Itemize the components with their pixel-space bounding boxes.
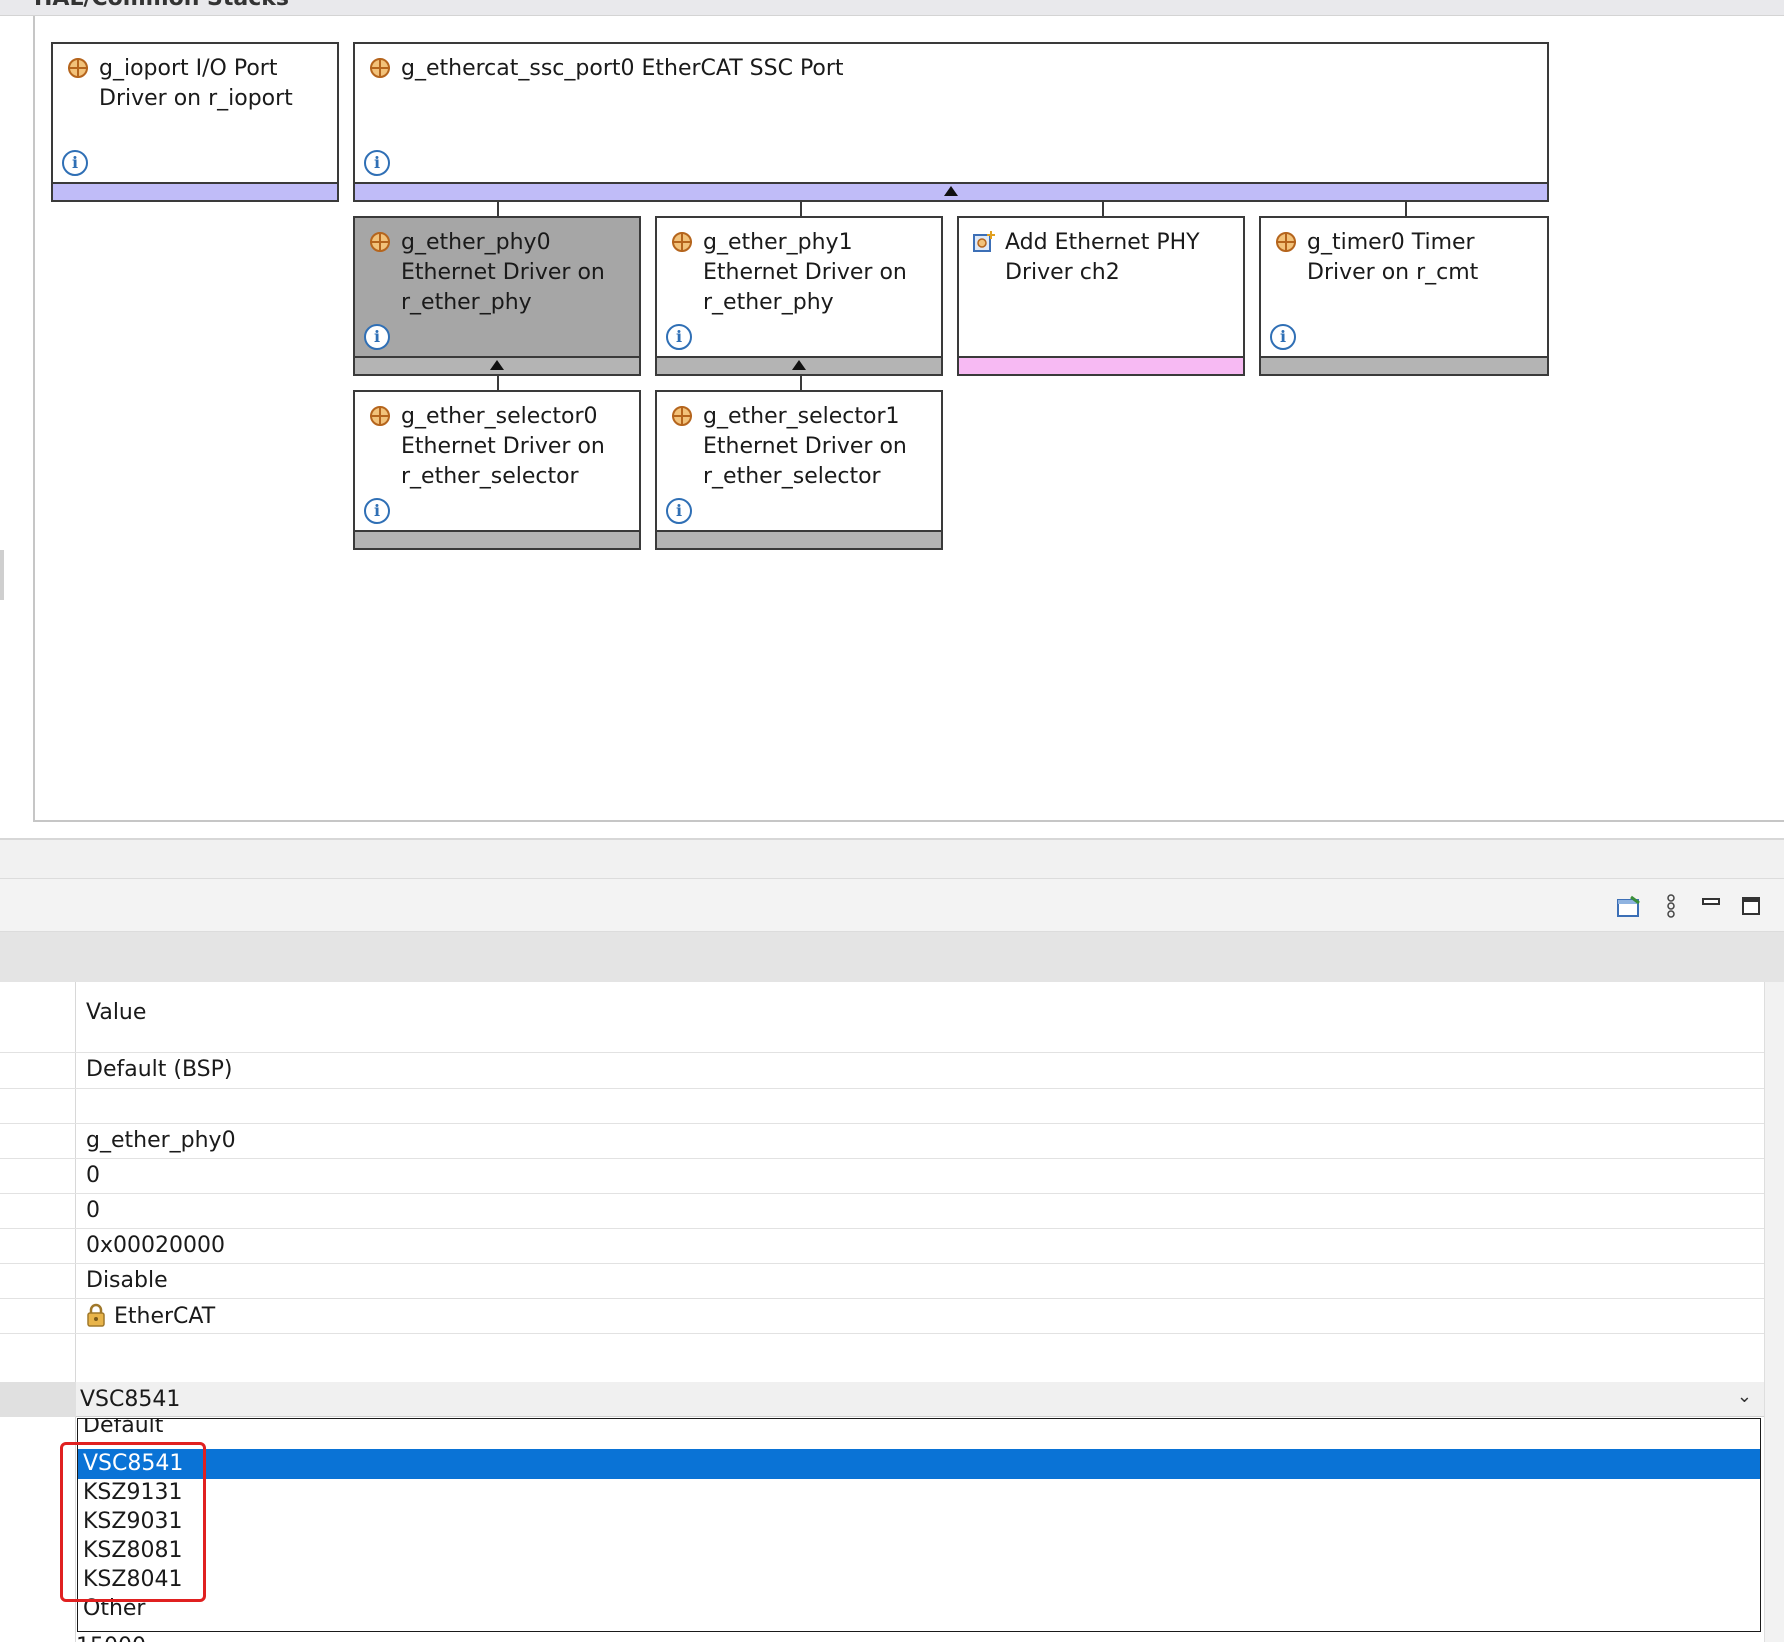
properties-view-toolbar: [0, 878, 1784, 932]
property-value: g_ether_phy0: [86, 1128, 236, 1153]
module-status-bar: [355, 530, 639, 548]
properties-tab-area: [0, 932, 1784, 982]
module-icon: [370, 232, 390, 252]
left-edge-scroll-marker: [0, 550, 4, 600]
property-value-text: EtherCAT: [114, 1304, 216, 1329]
table-row[interactable]: Disable: [0, 1264, 1764, 1299]
info-icon[interactable]: i: [62, 150, 88, 176]
expand-up-arrow-icon[interactable]: [490, 360, 504, 370]
dropdown-option[interactable]: KSZ8041: [78, 1565, 1760, 1595]
module-title: g_ether_phy1 Ethernet Driver on r_ether_…: [703, 230, 907, 315]
next-row-value: 15000: [76, 1634, 146, 1642]
property-value-locked: EtherCAT: [86, 1303, 215, 1330]
view-tab-strip: [0, 840, 1784, 878]
dropdown-option[interactable]: KSZ8081: [78, 1536, 1760, 1566]
module-title: g_ether_selector1 Ethernet Driver on r_e…: [703, 404, 907, 489]
table-row[interactable]: [0, 1018, 1764, 1053]
vertical-scrollbar[interactable]: [1764, 982, 1784, 1642]
module-add-ethernet-phy[interactable]: Add Ethernet PHY Driver ch2: [957, 216, 1245, 376]
annotation-highlight-box: [60, 1442, 206, 1602]
expand-up-arrow-icon[interactable]: [944, 186, 958, 196]
module-icon: [672, 406, 692, 426]
property-value: Disable: [86, 1268, 168, 1293]
module-icon: [68, 58, 88, 78]
module-icon: [1276, 232, 1296, 252]
connector-line: [497, 376, 499, 390]
dropdown-option[interactable]: KSZ9131: [78, 1478, 1760, 1508]
table-row[interactable]: EtherCAT: [0, 1299, 1764, 1334]
dropdown-option[interactable]: Other: [78, 1594, 1760, 1624]
property-value: 0x00020000: [86, 1233, 225, 1258]
module-icon: [672, 232, 692, 252]
module-ether-phy0[interactable]: g_ether_phy0 Ethernet Driver on r_ether_…: [353, 216, 641, 376]
module-icon: [370, 406, 390, 426]
info-icon[interactable]: i: [666, 498, 692, 524]
phy-lsi-combo[interactable]: VSC8541 ⌄: [0, 1382, 1764, 1417]
module-icon: [370, 58, 390, 78]
info-icon[interactable]: i: [364, 150, 390, 176]
maximize-icon[interactable]: [1736, 891, 1766, 921]
info-icon[interactable]: i: [364, 324, 390, 350]
table-row[interactable]: [0, 1089, 1764, 1124]
combo-current-value: VSC8541: [80, 1387, 181, 1412]
phy-lsi-dropdown-list[interactable]: Default VSC8541 KSZ9131 KSZ9031 KSZ8081 …: [77, 1418, 1761, 1632]
minimize-icon[interactable]: [1696, 891, 1726, 921]
module-title: g_timer0 Timer Driver on r_cmt: [1307, 230, 1479, 285]
module-status-bar: [1261, 356, 1547, 374]
dropdown-option[interactable]: Default: [78, 1419, 1760, 1441]
module-ether-selector1[interactable]: g_ether_selector1 Ethernet Driver on r_e…: [655, 390, 943, 550]
chevron-down-icon[interactable]: ⌄: [1737, 1386, 1752, 1407]
module-status-bar: [53, 182, 337, 200]
stacks-canvas: g_ioport I/O Port Driver on r_ioport i g…: [33, 16, 1784, 822]
property-value: Default (BSP): [86, 1057, 233, 1082]
dropdown-option[interactable]: KSZ9031: [78, 1507, 1760, 1537]
property-value: 0: [86, 1198, 100, 1223]
module-title: Add Ethernet PHY Driver ch2: [1005, 230, 1200, 285]
info-icon[interactable]: i: [364, 498, 390, 524]
table-row[interactable]: 0: [0, 1194, 1764, 1229]
table-row[interactable]: 0x00020000: [0, 1229, 1764, 1264]
module-ether-phy1[interactable]: g_ether_phy1 Ethernet Driver on r_ether_…: [655, 216, 943, 376]
pin-view-icon[interactable]: [1614, 891, 1644, 921]
add-module-icon: [973, 231, 995, 252]
module-ether-selector0[interactable]: g_ether_selector0 Ethernet Driver on r_e…: [353, 390, 641, 550]
module-title: g_ether_phy0 Ethernet Driver on r_ether_…: [401, 230, 605, 315]
info-icon[interactable]: i: [666, 324, 692, 350]
module-ioport[interactable]: g_ioport I/O Port Driver on r_ioport i: [51, 42, 339, 202]
module-status-bar: [657, 356, 941, 374]
module-status-bar: [355, 182, 1547, 200]
property-name-cell: [0, 1382, 76, 1417]
connector-line: [800, 376, 802, 390]
module-status-bar: [657, 530, 941, 548]
view-menu-icon[interactable]: [1656, 891, 1686, 921]
stacks-section-header: HAL/Common Stacks: [0, 0, 1784, 16]
stacks-section-title: HAL/Common Stacks: [34, 0, 289, 11]
module-title: g_ether_selector0 Ethernet Driver on r_e…: [401, 404, 605, 489]
module-timer0[interactable]: g_timer0 Timer Driver on r_cmt i: [1259, 216, 1549, 376]
module-status-bar: [959, 356, 1243, 374]
table-row[interactable]: 0: [0, 1159, 1764, 1194]
module-title: g_ethercat_ssc_port0 EtherCAT SSC Port: [401, 56, 844, 81]
table-row[interactable]: g_ether_phy0: [0, 1124, 1764, 1159]
table-row[interactable]: Default (BSP): [0, 1053, 1764, 1089]
module-title: g_ioport I/O Port Driver on r_ioport: [99, 56, 293, 111]
property-value: 0: [86, 1163, 100, 1188]
lock-icon: [87, 1303, 105, 1327]
dropdown-option-selected[interactable]: VSC8541: [78, 1449, 1760, 1479]
module-status-bar: [355, 356, 639, 374]
module-ethercat-ssc-port[interactable]: g_ethercat_ssc_port0 EtherCAT SSC Port i: [353, 42, 1549, 202]
info-icon[interactable]: i: [1270, 324, 1296, 350]
expand-up-arrow-icon[interactable]: [792, 360, 806, 370]
